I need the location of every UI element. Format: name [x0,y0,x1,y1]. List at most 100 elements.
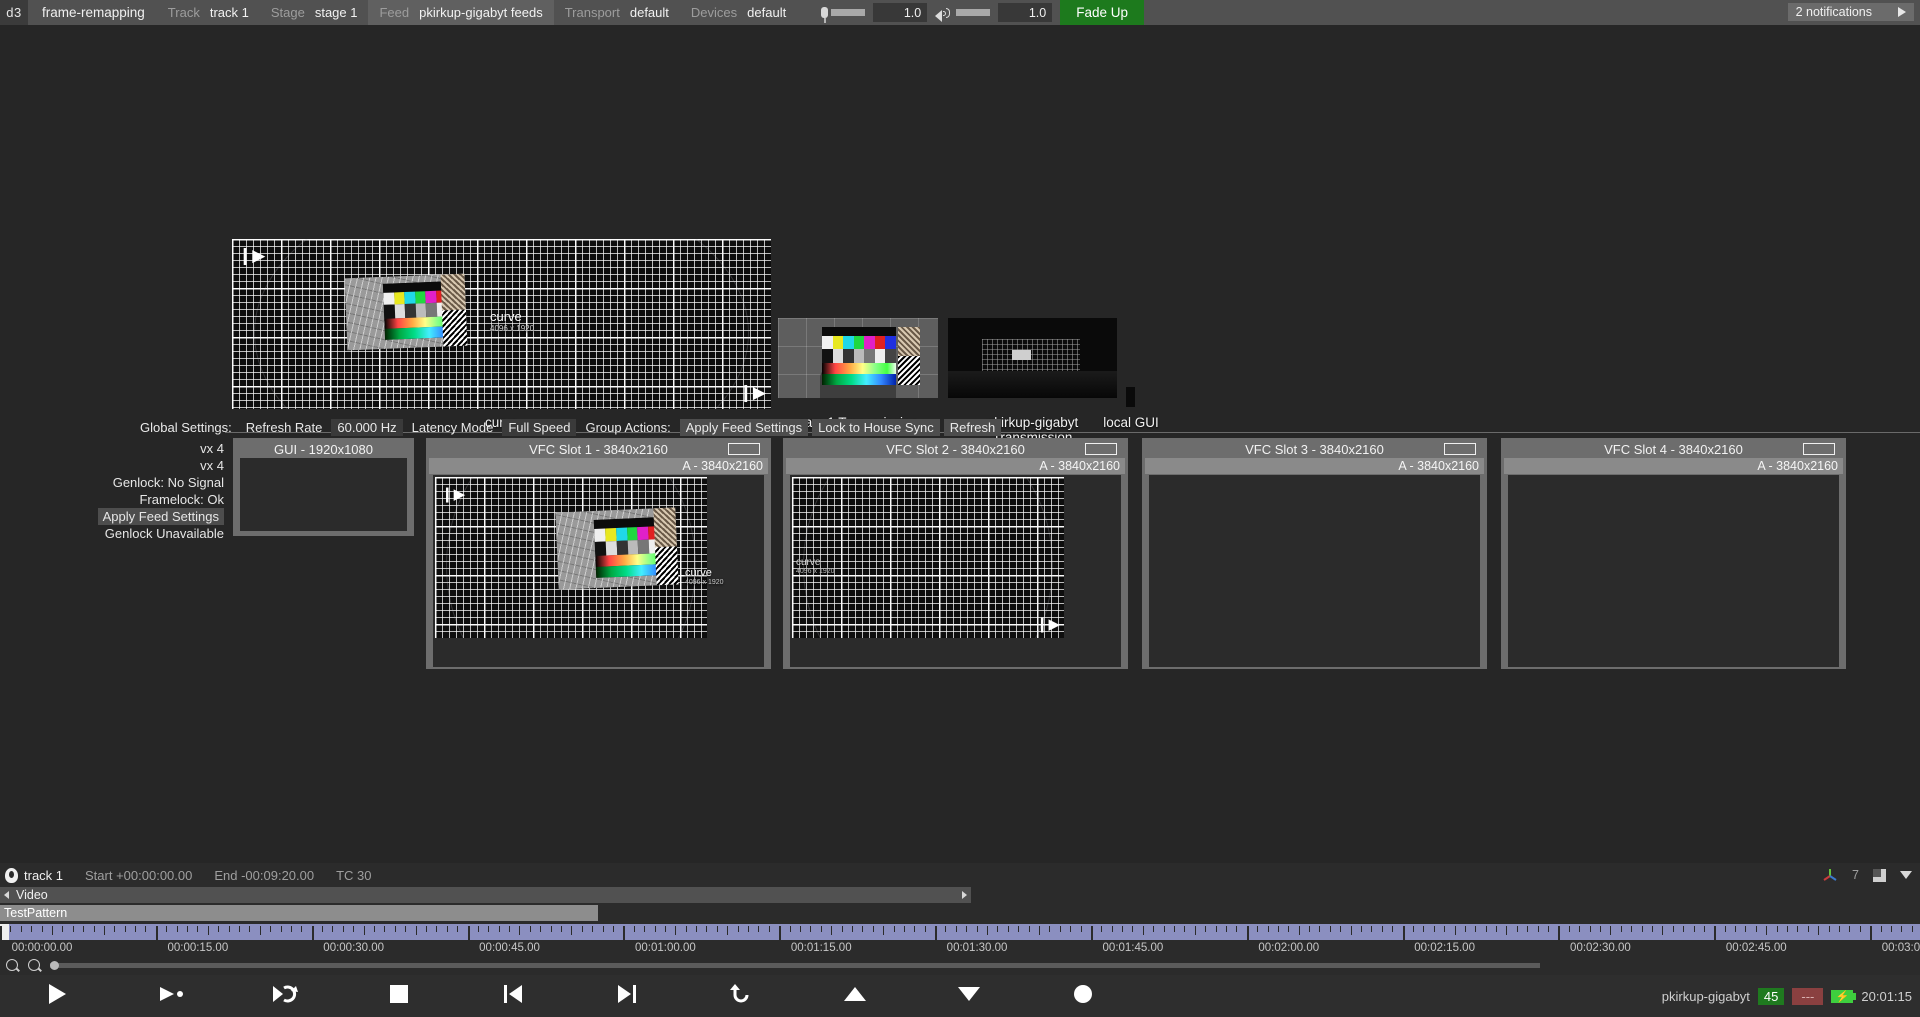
timeline-scroll-bar[interactable] [50,963,1540,968]
return-button[interactable] [684,975,798,1017]
apply-feed-settings-button[interactable]: Apply Feed Settings [680,419,808,436]
previous-button[interactable] [456,975,570,1017]
timeline-minor-tick [644,926,645,932]
brightness-slider[interactable] [831,9,865,16]
slot-panel-vfc1[interactable]: VFC Slot 1 - 3840x2160 A - 3840x2160 [426,438,771,669]
timeline-minor-tick [260,926,261,935]
vfc1-handle-top-left-icon[interactable]: ❙▶ [441,487,465,502]
notifications-button[interactable]: 2 notifications [1788,3,1914,21]
zoom-in-icon[interactable] [28,959,40,971]
feed-selector-key: Feed [374,5,414,20]
timeline-header: track 1 Start +00:00:00.00 End -00:09:20… [0,863,1920,887]
timeline-minor-tick [1351,926,1352,935]
latency-mode-value[interactable]: Full Speed [502,419,576,436]
timeline-minor-tick [239,926,240,932]
slot-vfc4-body[interactable] [1508,475,1839,667]
genlock-status: Genlock: No Signal [0,474,228,491]
caret-right-icon-layer[interactable] [962,891,967,899]
axis-gizmo-icon[interactable] [1822,867,1838,883]
timeline-minor-tick [634,926,635,932]
volume-slider[interactable] [956,9,990,16]
timeline-minor-tick [332,926,333,932]
timeline-clip[interactable]: TestPattern [0,905,598,921]
volume-value[interactable]: 1.0 [998,3,1052,22]
timeline-minor-tick [1371,926,1372,932]
timeline-minor-tick [1506,926,1507,935]
timeline-minor-tick [1236,926,1237,932]
record-button[interactable] [1026,975,1140,1017]
track-lamp-icon[interactable] [5,868,18,883]
timeline-minor-tick [1777,926,1778,932]
timeline-minor-tick [384,926,385,932]
slot-panel-vfc3[interactable]: VFC Slot 3 - 3840x2160 A - 3840x2160 [1142,438,1487,669]
timeline-minor-tick [1891,926,1892,932]
vfc2-projection-surface[interactable]: ❙▶ [792,477,1064,638]
preview-mini-screen [1012,350,1031,360]
brightness-knob-icon[interactable] [821,7,828,18]
apply-feed-settings-side-button[interactable]: Apply Feed Settings [98,508,224,525]
cam1-test-pattern [822,327,896,385]
play-button[interactable] [0,975,114,1017]
slot-vfc1-body[interactable]: ❙▶ curve 4096 x 1920 [433,475,764,667]
devices-selector[interactable]: Devices default [680,0,797,25]
chevron-down-icon[interactable] [1900,871,1912,879]
timeline-scroll-knob[interactable] [50,961,59,970]
slot-gui-body[interactable] [240,458,407,531]
local-gui-preview[interactable] [1126,387,1135,407]
feed-selector[interactable]: Feed pkirkup-gigabyt feeds [368,0,553,25]
group-actions-label: Group Actions: [578,420,677,435]
slot-vfc4-chip[interactable] [1803,443,1835,455]
brightness-value[interactable]: 1.0 [873,3,927,22]
timeline-minor-tick [1808,926,1809,932]
zoom-out-icon[interactable] [6,959,18,971]
slot-panel-vfc2[interactable]: VFC Slot 2 - 3840x2160 A - 3840x2160 ❙▶ … [783,438,1128,669]
slot-panel-gui[interactable]: GUI - 1920x1080 [233,438,414,536]
previous-section-button[interactable] [798,975,912,1017]
slot-vfc2-chip[interactable] [1085,443,1117,455]
stage-surface-curve[interactable]: curve 4096 x 1920 ❙▶ ❙▶ [232,239,771,409]
next-button[interactable] [570,975,684,1017]
caret-left-icon[interactable] [4,891,9,899]
slot-vfc2-body[interactable]: ❙▶ curve 4096 x 1920 [790,475,1121,667]
vfc1-test-pattern-card[interactable] [555,507,678,589]
timeline-minor-tick [364,926,365,935]
stage-selector[interactable]: Stage stage 1 [260,0,369,25]
fade-up-button[interactable]: Fade Up [1060,0,1144,25]
slot-vfc3-chip[interactable] [1444,443,1476,455]
cam1-transmission-preview[interactable] [778,318,938,398]
timeline-minor-tick [1475,926,1476,932]
timeline-minor-tick [1434,926,1435,932]
slot-panel-vfc4[interactable]: VFC Slot 4 - 3840x2160 A - 3840x2160 [1501,438,1846,669]
vfc1-projection-surface[interactable]: ❙▶ [435,477,707,638]
feed-status-column: vx 4 vx 4 Genlock: No Signal Framelock: … [0,440,228,542]
timeline-ruler-label: 00:00:30.00 [323,942,384,954]
timeline-ruler[interactable]: 00:00:00.0000:00:15.0000:00:30.0000:00:4… [0,924,1920,958]
test-pattern-card[interactable] [345,274,468,351]
vfc2-handle-bottom-right-icon[interactable]: ❙▶ [1036,617,1060,632]
handle-bottom-right-icon[interactable]: ❙▶ [739,385,766,402]
speaker-icon[interactable] [935,6,951,20]
play-icon [44,982,70,1011]
transport-selector[interactable]: Transport default [554,0,680,25]
pkirkup-transmission-preview[interactable] [948,318,1117,398]
timeline-minor-tick [571,926,572,935]
timeline-minor-tick [145,926,146,932]
lock-to-house-sync-button[interactable]: Lock to House Sync [812,419,940,436]
undo-arrow-icon [728,982,754,1011]
handle-top-left-icon[interactable]: ❙▶ [238,248,265,265]
track-selector[interactable]: Track track 1 [157,0,260,25]
timeline-track-name[interactable]: track 1 [24,868,63,883]
refresh-button[interactable]: Refresh [944,419,1002,436]
stage-surface-overlay-sub: 4096 x 1920 [490,324,534,333]
slot-vfc3-body[interactable] [1149,475,1480,667]
slot-vfc1-chip[interactable] [728,443,760,455]
timeline-layer-row[interactable]: Video [0,887,971,903]
app-logo[interactable]: d3 [0,0,28,25]
refresh-rate-value[interactable]: 60.000 Hz [331,419,402,436]
stop-button[interactable] [342,975,456,1017]
vx-line-1: vx 4 [0,440,228,457]
next-section-button[interactable] [912,975,1026,1017]
color-swatch-icon[interactable] [1873,869,1886,882]
play-section-button[interactable] [114,975,228,1017]
loop-button[interactable] [228,975,342,1017]
